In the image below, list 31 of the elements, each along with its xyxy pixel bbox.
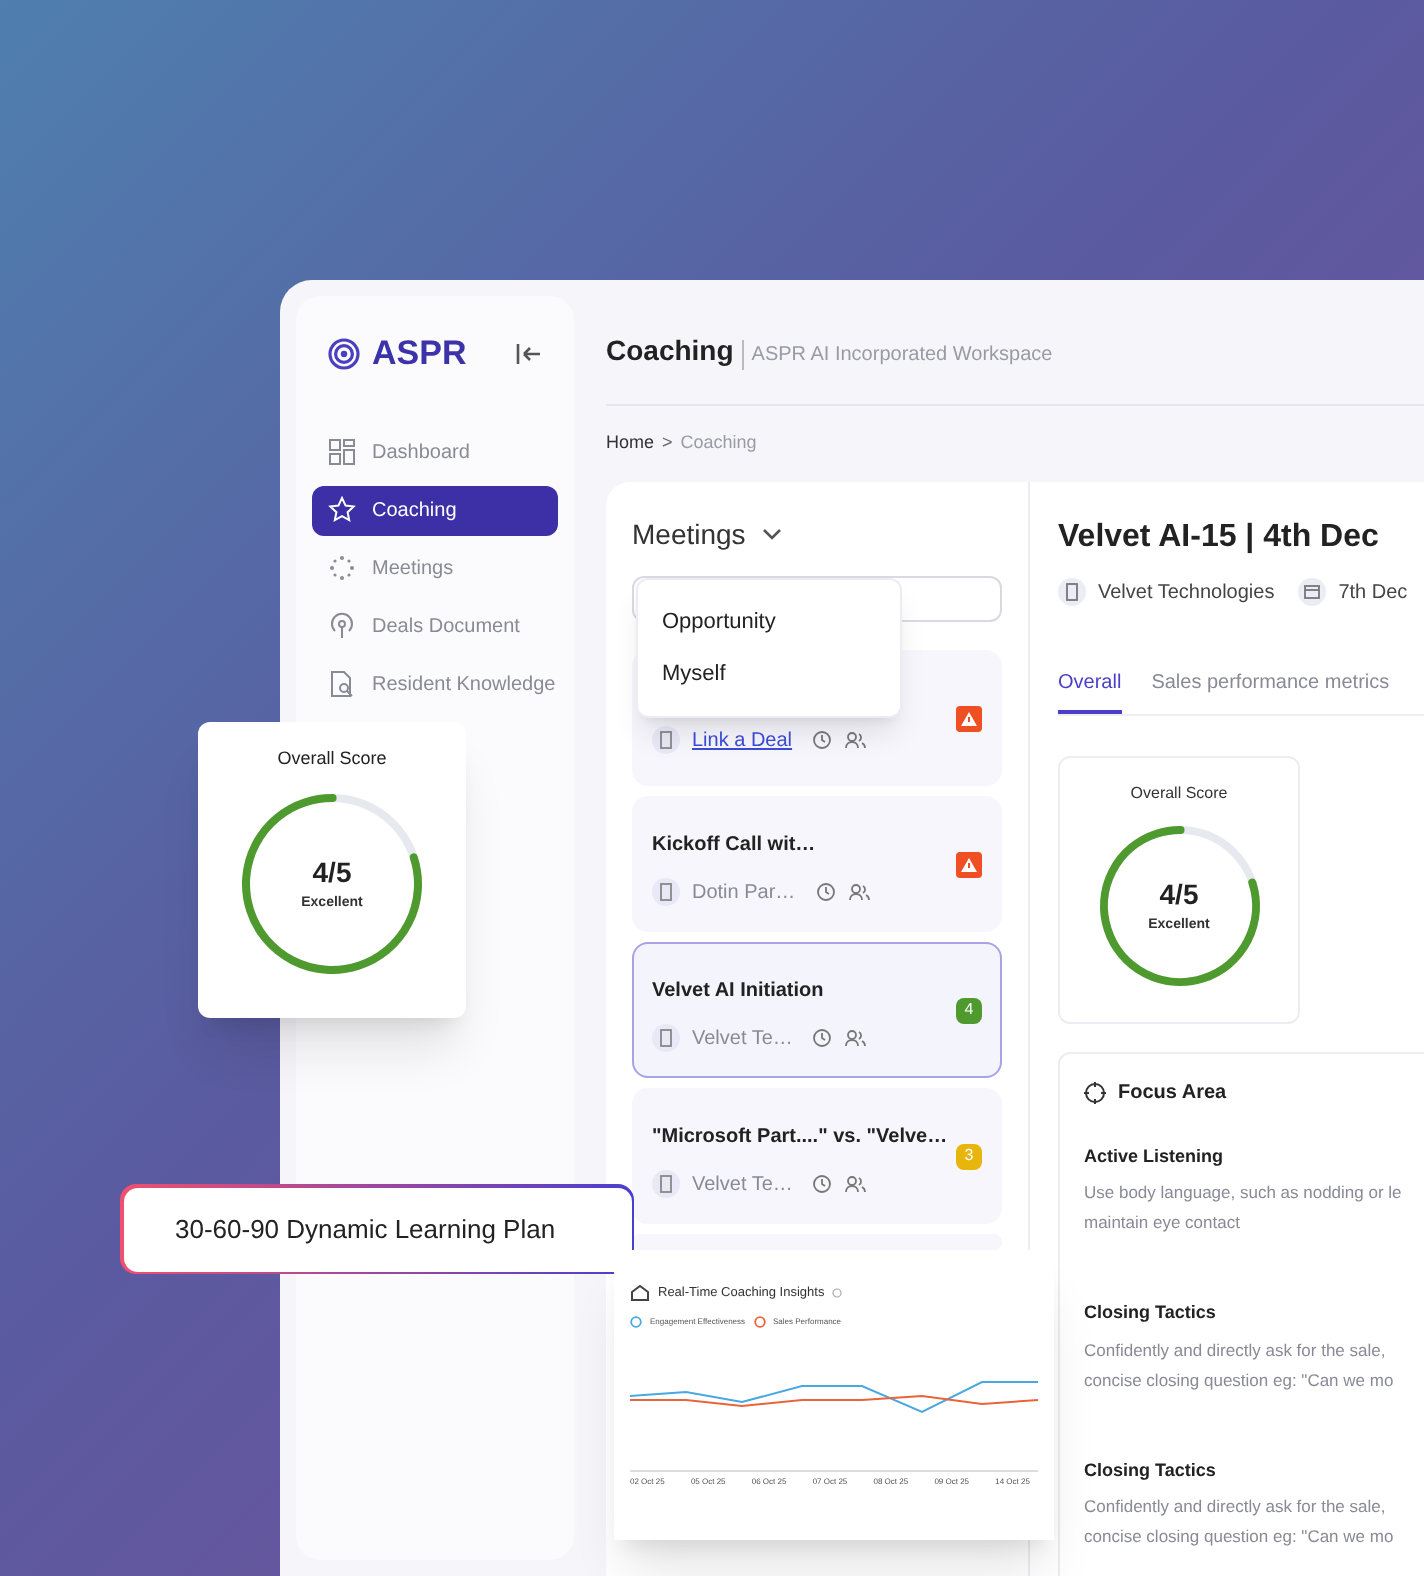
company-text: Velvet Te… <box>692 1171 793 1199</box>
focus-item-text: Confidently and directly ask for the sale, <box>1084 1494 1388 1520</box>
score-badge: 3 <box>956 1143 982 1169</box>
breadcrumb-separator: > <box>662 430 673 456</box>
meeting-title: Velvet AI Initiation <box>652 977 826 1005</box>
focus-item-title: Closing Tactics <box>1084 1300 1218 1326</box>
focus-item-text: concise closing question eg: "Can we mo <box>1084 1524 1396 1550</box>
page-subtitle: ASPR AI Incorporated Workspace <box>741 340 1053 370</box>
card-title: Overall Score <box>1130 781 1228 805</box>
panel-title: Meetings <box>632 515 746 554</box>
focus-item-text: concise closing question eg: "Can we mo <box>1084 1367 1396 1394</box>
meeting-heading: Velvet AI-15 | 4th Dec <box>1058 517 1381 557</box>
card-title: Focus Area <box>1118 1079 1227 1107</box>
focus-item-text: Confidently and directly ask for the sale, <box>1084 1337 1388 1364</box>
focus-item-title: Active Listening <box>1084 1143 1226 1170</box>
focus-item-text: Use body language, such as nodding or le <box>1084 1180 1404 1206</box>
plan-label: 30-60-90 Dynamic Learning Plan <box>175 1211 556 1248</box>
meeting-title: Kickoff Call wit… <box>652 831 818 859</box>
page-title: Coaching <box>606 332 734 370</box>
score-badge: 4 <box>956 997 982 1023</box>
score-value: 4/5 <box>1159 875 1199 914</box>
company-text: Dotin Par… <box>692 879 796 907</box>
focus-item-title: Closing Tactics <box>1084 1457 1218 1484</box>
company-text: Velvet Technologies <box>1098 579 1275 607</box>
company-text: Velvet Te… <box>692 1025 793 1053</box>
focus-item-text: maintain eye contact <box>1084 1210 1242 1236</box>
logo-text: ASPR <box>372 332 467 376</box>
meeting-title: "Microsoft Part...." vs. "Velve… <box>652 1123 950 1151</box>
date-text: 7th Dec <box>1338 579 1408 607</box>
score-value: 4/5 <box>312 853 352 892</box>
card-title: Overall Score <box>277 746 387 772</box>
